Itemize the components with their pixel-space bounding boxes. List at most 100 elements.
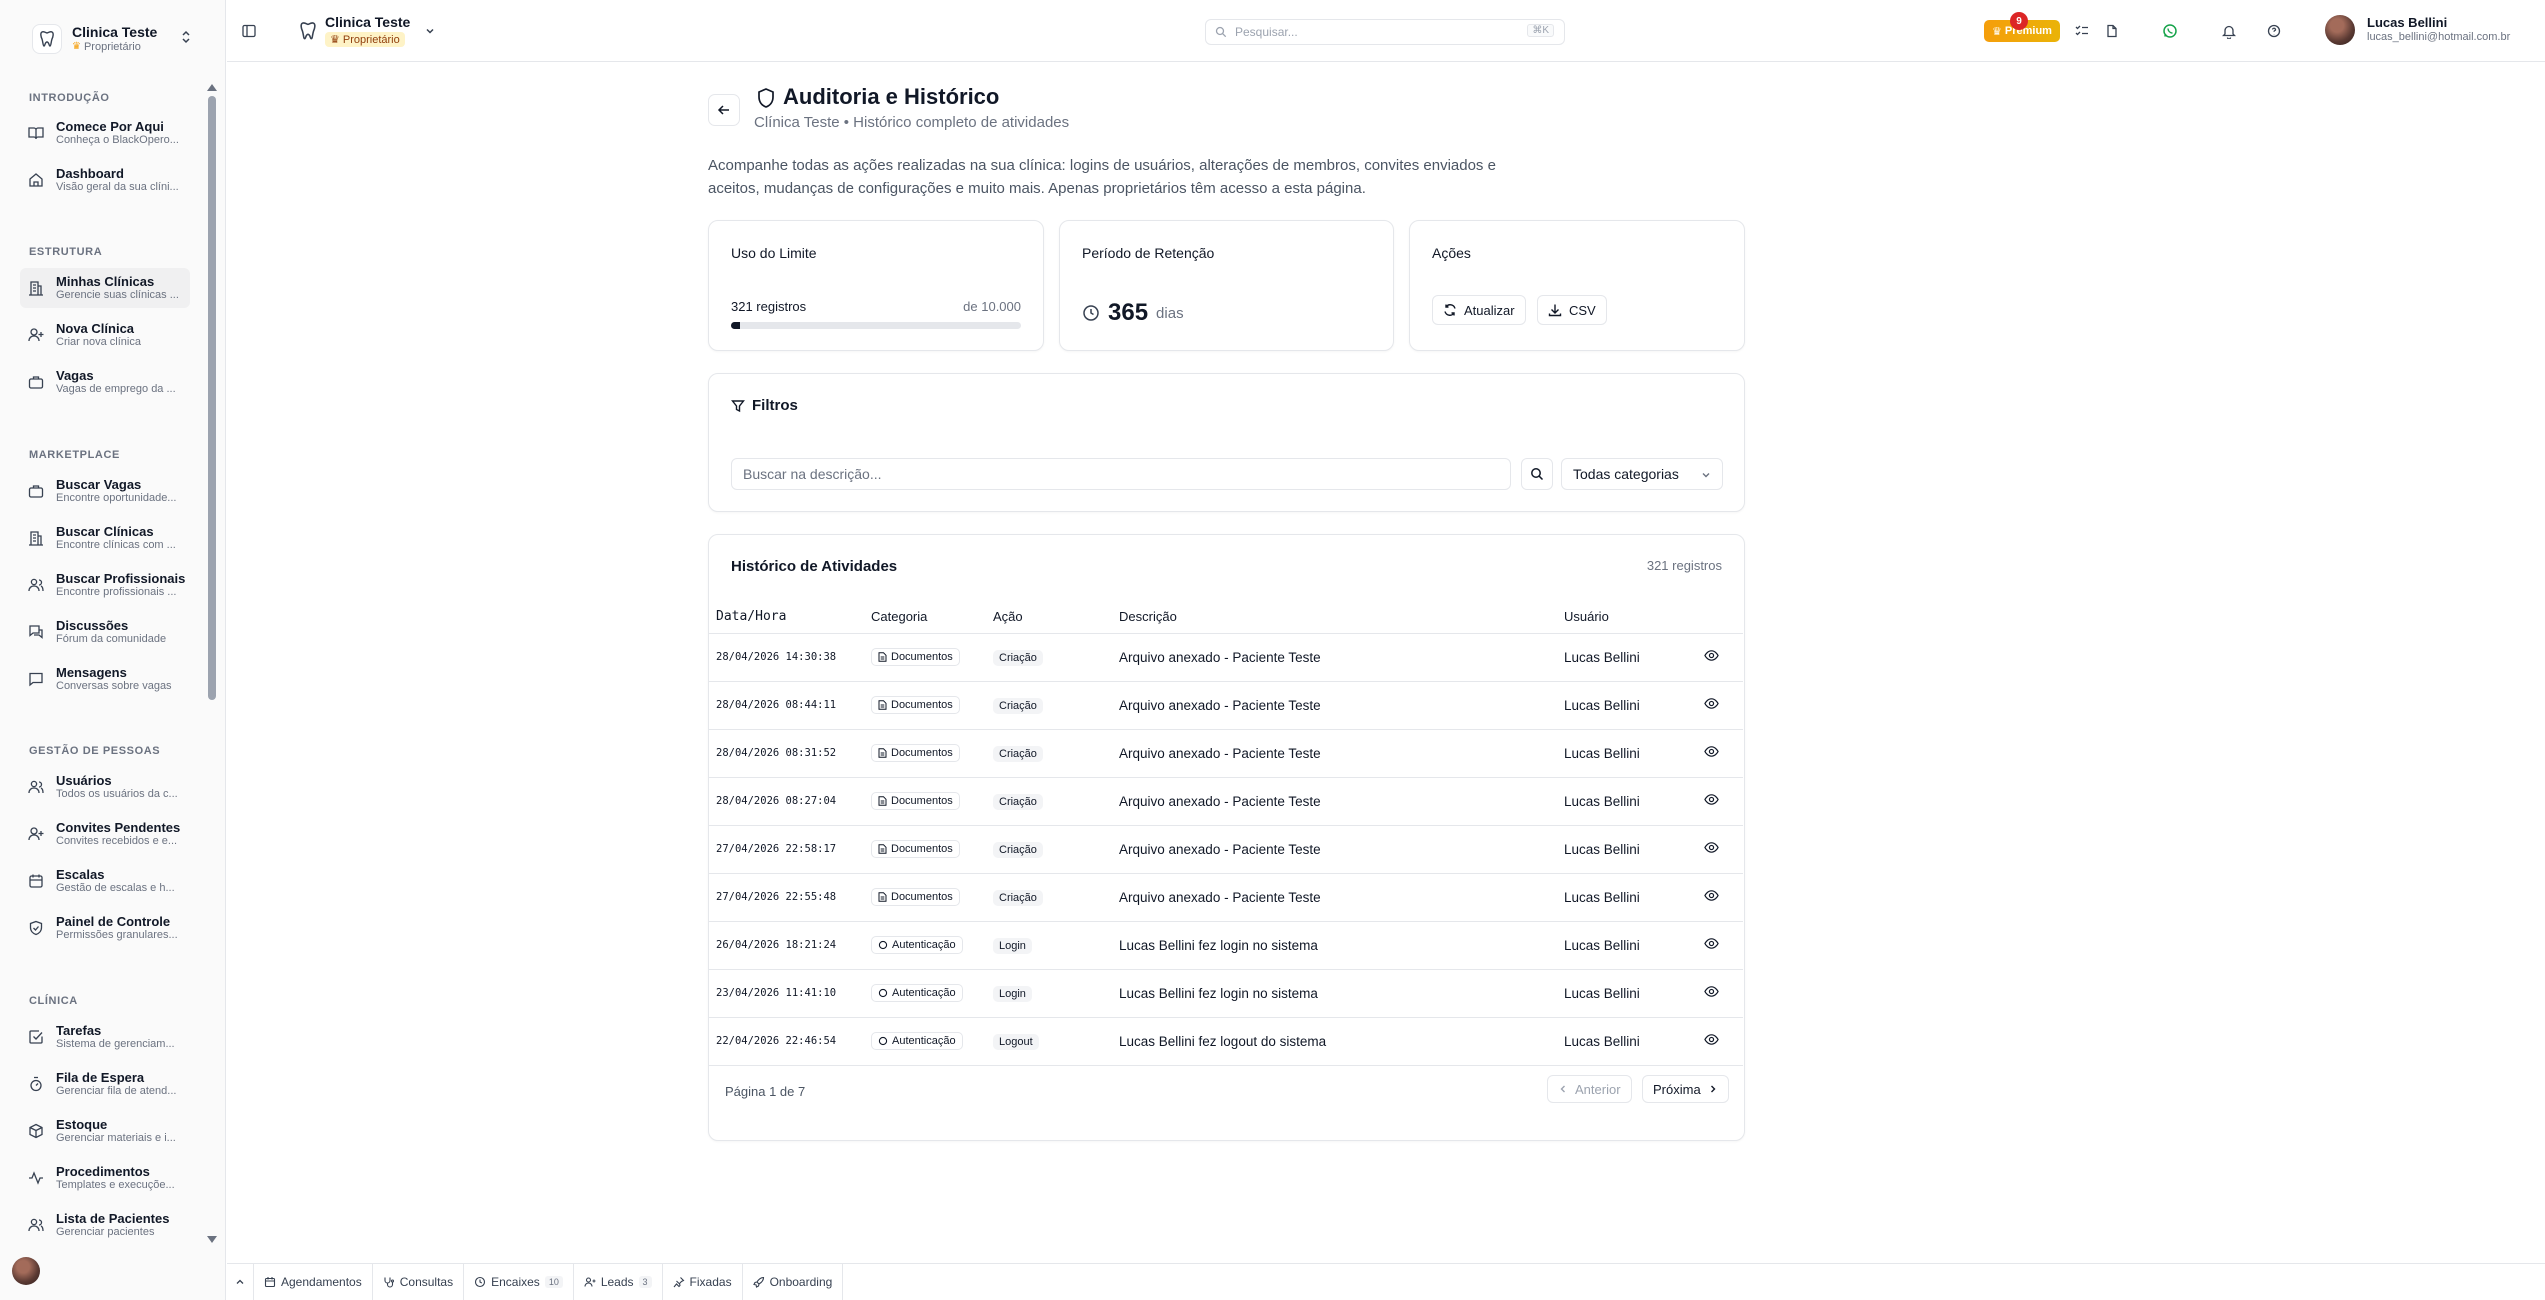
dock-item-fixadas[interactable]: Fixadas	[663, 1263, 743, 1300]
sidebar-user-avatar[interactable]	[12, 1257, 40, 1285]
dock-item-consultas[interactable]: Consultas	[373, 1263, 465, 1300]
eye-icon	[1704, 890, 1719, 901]
category-select[interactable]: Todas categorias	[1561, 458, 1723, 490]
table-row[interactable]: 28/04/2026 08:31:52 Documentos Criação Arqu…	[709, 729, 1743, 778]
description-search-input[interactable]: Buscar na descrição...	[731, 458, 1511, 490]
view-details-button[interactable]	[1704, 792, 1719, 807]
table-row[interactable]: 28/04/2026 08:27:04 Documentos Criação Arqu…	[709, 777, 1743, 826]
shield-icon	[758, 88, 774, 108]
top-clinic-switcher[interactable]: Clinica Teste ♛ Proprietário	[299, 12, 436, 50]
view-details-button[interactable]	[1704, 840, 1719, 855]
export-csv-button[interactable]: CSV	[1537, 295, 1607, 325]
view-details-button[interactable]	[1704, 744, 1719, 759]
scroll-up-arrow[interactable]	[207, 84, 217, 91]
sidebar-item-sub: Encontre oportunidade...	[56, 492, 177, 505]
category-label: Autenticação	[892, 939, 956, 951]
sidebar-scrollbar-thumb[interactable]	[208, 96, 216, 700]
sidebar-item-minhas-clinicas[interactable]: Minhas Clínicas Gerencie suas clínicas ..…	[20, 268, 190, 308]
section-label-estrutura: ESTRUTURA	[29, 246, 103, 258]
sidebar-item-sub: Gerenciar pacientes	[56, 1226, 155, 1239]
sidebar-item-dashboard[interactable]: Dashboard Visão geral da sua clíni...	[20, 160, 190, 200]
column-header-description[interactable]: Descrição	[1119, 601, 1564, 634]
sidebar-item-painel-de-controle[interactable]: Painel de Controle Permissões granulares.…	[20, 908, 190, 948]
toggle-sidebar-button[interactable]	[235, 17, 263, 45]
sidebar-item-escalas[interactable]: Escalas Gestão de escalas e h...	[20, 861, 190, 901]
table-row[interactable]: 27/04/2026 22:58:17 Documentos Criação Arqu…	[709, 825, 1743, 874]
column-header-date[interactable]: Data/Hora	[709, 601, 871, 634]
previous-page-button[interactable]: Anterior	[1547, 1075, 1632, 1103]
next-page-button[interactable]: Próxima	[1642, 1075, 1729, 1103]
sidebar-item-fila-de-espera[interactable]: Fila de Espera Gerenciar fila de atend...	[20, 1064, 190, 1104]
sidebar-item-discussoes[interactable]: Discussões Fórum da comunidade	[20, 612, 190, 652]
table-row[interactable]: 26/04/2026 18:21:24 Autenticação Login Luca…	[709, 921, 1743, 970]
refresh-label: Atualizar	[1464, 302, 1515, 318]
help-button[interactable]	[2260, 17, 2288, 45]
table-row[interactable]: 28/04/2026 14:30:38 Documentos Criação Arqu…	[709, 633, 1743, 682]
table-row[interactable]: 27/04/2026 22:55:48 Documentos Criação Arqu…	[709, 873, 1743, 922]
view-details-button[interactable]	[1704, 936, 1719, 951]
history-count: 321 registros	[1646, 558, 1722, 573]
sidebar-item-buscar-vagas[interactable]: Buscar Vagas Encontre oportunidade...	[20, 471, 190, 511]
refresh-button[interactable]: Atualizar	[1432, 295, 1526, 325]
dock-item-onboarding[interactable]: Onboarding	[743, 1263, 844, 1300]
cell-user: Lucas Bellini	[1564, 729, 1704, 778]
filters-card: Filtros Buscar na descrição... Todas cat…	[708, 373, 1745, 512]
sidebar-item-tarefas[interactable]: Tarefas Sistema de gerenciam...	[20, 1017, 190, 1057]
sidebar-item-lista-de-pacientes[interactable]: Lista de Pacientes Gerenciar pacientes	[20, 1205, 190, 1240]
dock-item-agendamentos[interactable]: Agendamentos	[254, 1263, 373, 1300]
back-button[interactable]	[708, 94, 740, 126]
document-icon	[878, 796, 887, 806]
category-label: Autenticação	[892, 1035, 956, 1047]
sidebar-item-buscar-profissionais[interactable]: Buscar Profissionais Encontre profissiona…	[20, 565, 190, 605]
column-header-user[interactable]: Usuário	[1564, 601, 1704, 634]
package-icon	[29, 1123, 43, 1139]
sidebar-item-vagas[interactable]: Vagas Vagas de emprego da ...	[20, 362, 190, 402]
clinic-switcher[interactable]: Clinica Teste ♛ Proprietário	[12, 12, 204, 66]
user-menu[interactable]: Lucas Bellini lucas_bellini@hotmail.com.…	[2325, 15, 2510, 45]
sidebar-item-title: Buscar Vagas	[56, 476, 142, 492]
view-details-button[interactable]	[1704, 888, 1719, 903]
next-page-label: Próxima	[1653, 1081, 1701, 1097]
global-search-input[interactable]: Pesquisar... ⌘K	[1205, 19, 1565, 45]
sidebar-item-usuarios[interactable]: Usuários Todos os usuários da c...	[20, 767, 190, 807]
sidebar-item-mensagens[interactable]: Mensagens Conversas sobre vagas	[20, 659, 190, 699]
cell-user: Lucas Bellini	[1564, 777, 1704, 826]
sidebar-item-comece-por-aqui[interactable]: Comece Por Aqui Conheça o BlackOpero...	[20, 113, 190, 153]
eye-icon	[1704, 842, 1719, 853]
checklist-button[interactable]	[2068, 17, 2096, 45]
table-row[interactable]: 28/04/2026 08:44:11 Documentos Criação Arqu…	[709, 681, 1743, 730]
column-header-category[interactable]: Categoria	[871, 601, 993, 634]
sidebar-item-procedimentos[interactable]: Procedimentos Templates e execuçõe...	[20, 1158, 190, 1198]
sidebar-item-nova-clinica[interactable]: Nova Clínica Criar nova clínica	[20, 315, 190, 355]
sidebar-item-estoque[interactable]: Estoque Gerenciar materiais e i...	[20, 1111, 190, 1151]
view-details-button[interactable]	[1704, 984, 1719, 999]
user-name: Lucas Bellini	[2367, 15, 2448, 30]
clinic-role-label: Proprietário	[83, 40, 141, 53]
sidebar-item-convites-pendentes[interactable]: Convites Pendentes Convites recebidos e e…	[20, 814, 190, 854]
section-label-gestao-de-pessoas: GESTÃO DE PESSOAS	[29, 745, 161, 757]
sidebar: Clinica Teste ♛ Proprietário INTRODUÇÃO …	[0, 0, 226, 1300]
dock-item-encaixes[interactable]: Encaixes 10	[464, 1263, 574, 1300]
dock-item-leads[interactable]: Leads 3	[574, 1263, 663, 1300]
notes-button[interactable]	[2098, 17, 2126, 45]
whatsapp-button[interactable]	[2156, 17, 2184, 45]
sidebar-item-title: Mensagens	[56, 664, 127, 680]
sidebar-item-buscar-clinicas[interactable]: Buscar Clínicas Encontre clínicas com ...	[20, 518, 190, 558]
cell-date: 27/04/2026 22:58:17	[709, 825, 871, 874]
view-details-button[interactable]	[1704, 1032, 1719, 1047]
view-details-button[interactable]	[1704, 648, 1719, 663]
table-row[interactable]: 22/04/2026 22:46:54 Autenticação Logout Luc…	[709, 1017, 1743, 1066]
history-table-viewport[interactable]: Data/Hora Categoria Ação Descrição Usuár…	[709, 601, 1744, 1067]
history-card: Histórico de Atividades 321 registros Da…	[708, 534, 1745, 1141]
cell-description: Lucas Bellini fez login no sistema	[1119, 969, 1564, 1018]
column-header-action[interactable]: Ação	[993, 601, 1119, 634]
dock-collapse-button[interactable]	[227, 1263, 254, 1300]
sidebar-item-sub: Todos os usuários da c...	[56, 788, 178, 801]
notifications-button[interactable]	[2215, 17, 2243, 45]
table-row[interactable]: 23/04/2026 11:41:10 Autenticação Login Luca…	[709, 969, 1743, 1018]
eye-icon	[1704, 650, 1719, 661]
view-details-button[interactable]	[1704, 696, 1719, 711]
cell-action: Criação	[993, 729, 1119, 778]
scroll-down-arrow[interactable]	[207, 1236, 217, 1243]
apply-search-button[interactable]	[1521, 458, 1553, 490]
